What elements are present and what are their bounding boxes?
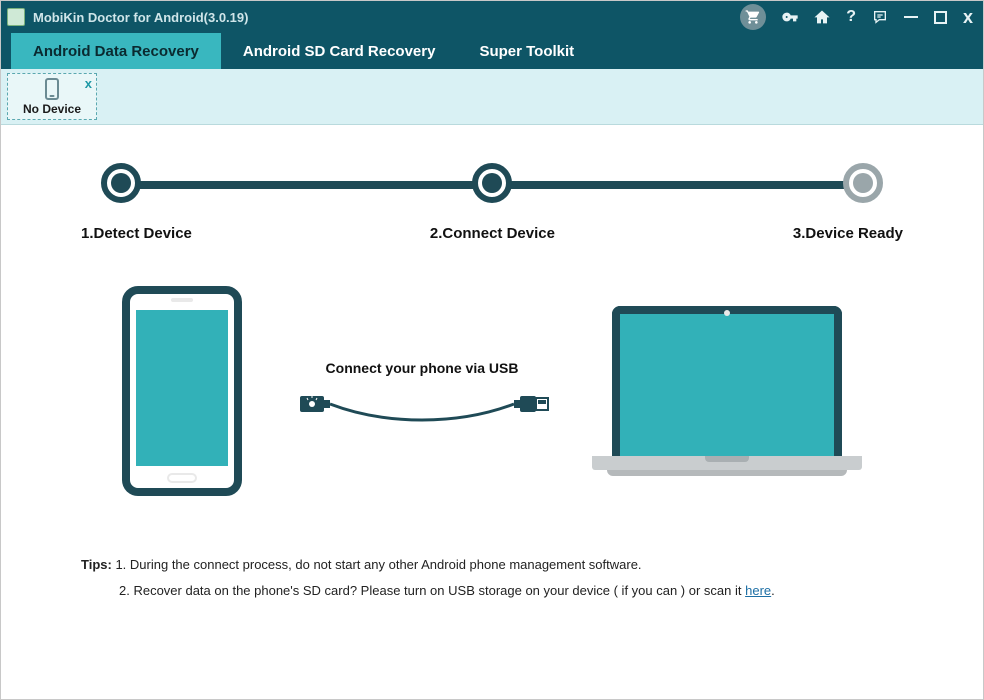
key-icon — [782, 9, 798, 25]
laptop-camera-icon — [724, 310, 730, 316]
home-button[interactable] — [814, 9, 830, 25]
feedback-icon — [872, 9, 888, 25]
feedback-button[interactable] — [872, 9, 888, 25]
help-button[interactable]: ? — [846, 8, 856, 26]
phone-outline-icon — [45, 78, 59, 100]
cart-button[interactable] — [740, 4, 766, 30]
laptop-notch-icon — [705, 456, 749, 462]
step-1-circle — [101, 163, 141, 203]
usb-caption: Connect your phone via USB — [326, 360, 519, 376]
tab-android-data-recovery[interactable]: Android Data Recovery — [11, 33, 221, 69]
phone-screen-icon — [136, 310, 228, 466]
tips-text-1: 1. During the connect process, do not st… — [115, 557, 641, 572]
device-subbar: x No Device — [1, 69, 983, 125]
maximize-icon — [934, 11, 947, 24]
progress-steps — [101, 157, 883, 213]
app-icon — [7, 8, 25, 26]
tab-android-sd-card-recovery[interactable]: Android SD Card Recovery — [221, 33, 458, 69]
minimize-button[interactable] — [904, 16, 918, 18]
close-icon: x — [963, 7, 973, 28]
cart-icon — [745, 9, 761, 25]
main-content: 1.Detect Device 2.Connect Device 3.Devic… — [1, 125, 983, 604]
laptop-lid-icon — [612, 306, 842, 456]
tips-text-2a: 2. Recover data on the phone's SD card? … — [119, 583, 745, 598]
tabbar: Android Data Recovery Android SD Card Re… — [1, 33, 983, 69]
tips-line-2: 2. Recover data on the phone's SD card? … — [81, 578, 903, 604]
step-3-circle — [843, 163, 883, 203]
help-icon: ? — [846, 8, 856, 26]
titlebar: MobiKin Doctor for Android(3.0.19) ? x — [1, 1, 983, 33]
tips-line-1: Tips: 1. During the connect process, do … — [81, 552, 903, 578]
step-2-label: 2.Connect Device — [430, 225, 555, 242]
tab-super-toolkit[interactable]: Super Toolkit — [457, 33, 596, 69]
step-3-label: 3.Device Ready — [793, 225, 903, 242]
laptop-illustration — [592, 306, 862, 476]
close-button[interactable]: x — [963, 7, 973, 28]
phone-speaker-icon — [171, 298, 193, 302]
connect-illustration: Connect your phone via USB — [61, 286, 923, 496]
phone-home-icon — [167, 473, 197, 483]
phone-illustration — [122, 286, 242, 496]
minimize-icon — [904, 16, 918, 18]
no-device-card[interactable]: x No Device — [7, 73, 97, 120]
scan-here-link[interactable]: here — [745, 583, 771, 598]
step-2-circle — [472, 163, 512, 203]
usb-cable-icon — [292, 386, 552, 422]
key-button[interactable] — [782, 9, 798, 25]
step-1-label: 1.Detect Device — [81, 225, 192, 242]
tips-section: Tips: 1. During the connect process, do … — [81, 552, 903, 604]
tips-label: Tips: — [81, 557, 112, 572]
laptop-deck-icon — [592, 456, 862, 470]
device-card-label: No Device — [23, 102, 81, 116]
titlebar-icons: ? x — [740, 4, 973, 30]
usb-cable-area: Connect your phone via USB — [282, 360, 562, 422]
home-icon — [814, 9, 830, 25]
device-card-close[interactable]: x — [85, 76, 92, 91]
laptop-base-icon — [607, 470, 847, 476]
app-title: MobiKin Doctor for Android(3.0.19) — [33, 10, 248, 25]
maximize-button[interactable] — [934, 11, 947, 24]
step-labels: 1.Detect Device 2.Connect Device 3.Devic… — [81, 225, 903, 242]
tips-text-2b: . — [771, 583, 775, 598]
